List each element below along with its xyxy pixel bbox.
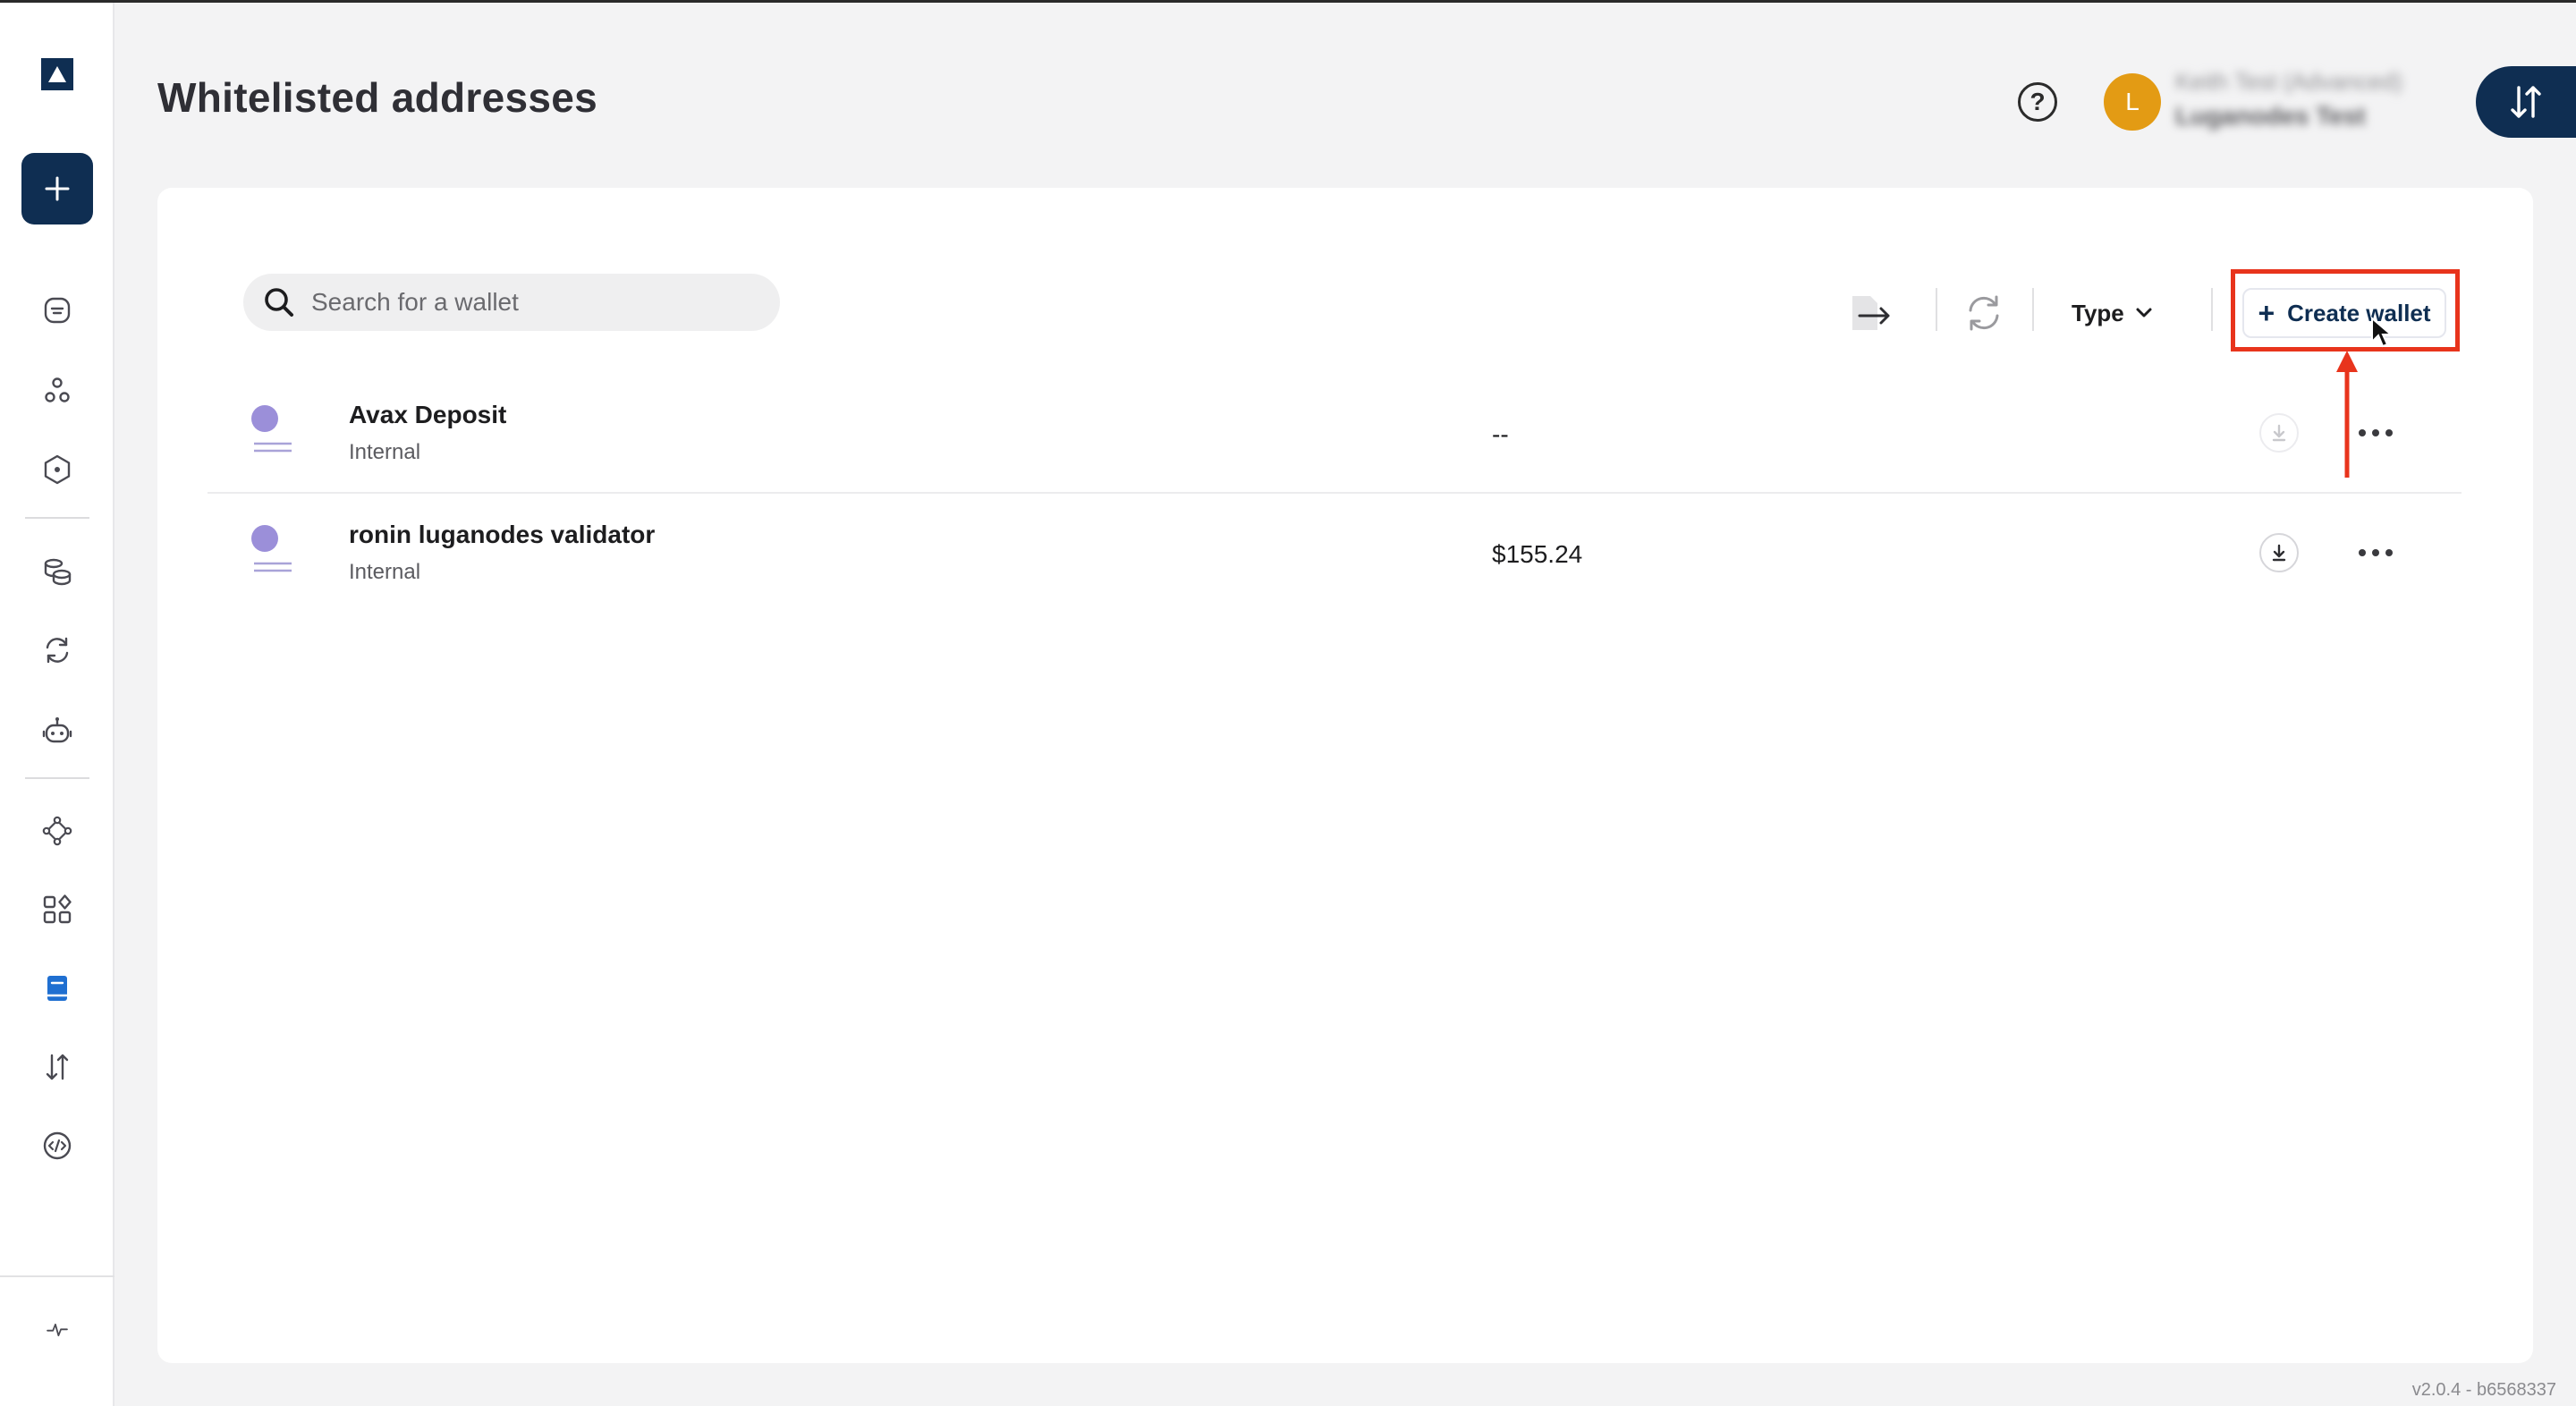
more-dot-icon [2359,429,2366,436]
nodes-icon [42,816,72,846]
sidebar-divider [25,777,89,779]
download-icon [2272,544,2286,562]
wallet-balance: -- [1492,420,1509,448]
wallet-asset-icon [251,525,292,572]
page-title: Whitelisted addresses [157,74,598,121]
user-organization[interactable]: Luganodes Test [2175,102,2366,131]
wallet-row[interactable]: ronin luganodes validator Internal $155.… [208,494,2462,614]
pulse-icon [47,1323,68,1337]
apps-grid-icon [43,894,72,924]
refresh-icon [46,637,69,664]
robot-icon [42,717,72,743]
sidebar-item-assets[interactable] [36,550,79,593]
refresh-button[interactable] [1959,288,2009,338]
version-label: v2.0.4 - b6568337 [2411,1380,2556,1400]
coins-icon [44,558,72,586]
sidebar-item-security[interactable] [36,448,79,491]
sidebar-item-status[interactable] [36,1309,79,1351]
sidebar-item-apps[interactable] [36,888,79,931]
deposit-button[interactable] [2259,533,2299,572]
dashboard-icon [44,297,71,324]
search-icon [265,288,293,317]
sidebar-item-network[interactable] [36,809,79,852]
more-options-button[interactable] [2351,413,2401,453]
user-name[interactable]: Keith Test (Advanced) [2175,68,2402,96]
sidebar-item-dashboard[interactable] [36,289,79,332]
type-filter-dropdown[interactable]: Type [2072,292,2153,335]
more-dot-icon [2372,429,2379,436]
sidebar [0,3,114,1406]
sidebar-bottom-divider [0,1275,114,1277]
export-icon [1852,296,1890,330]
new-action-button[interactable] [21,153,93,224]
more-options-button[interactable] [2351,533,2401,572]
more-dot-icon [2385,549,2393,556]
type-filter-label: Type [2072,299,2124,326]
transfer-icon [46,1054,69,1080]
triangle-logo-icon[interactable] [41,58,73,90]
wallet-type: Internal [349,560,421,584]
wallet-row[interactable]: Avax Deposit Internal -- [208,374,2462,494]
create-wallet-label: Create wallet [2287,299,2431,326]
toolbar-divider [1936,288,1937,331]
transfer-button[interactable] [2476,66,2576,138]
refresh-icon [1969,295,1999,331]
more-dot-icon [2385,429,2393,436]
wallet-asset-icon [251,405,292,453]
search-bar[interactable] [243,274,780,331]
window-top-border [0,0,2576,3]
create-wallet-button[interactable]: + Create wallet [2242,288,2446,338]
wallet-balance: $155.24 [1492,540,1583,568]
wallet-list-card: Type + Create wallet Avax Deposit Intern… [157,188,2533,1363]
code-icon [43,1131,72,1160]
help-circle-icon[interactable]: ? [2018,82,2057,122]
shield-hex-icon [44,454,71,485]
sidebar-item-transfers[interactable] [36,1046,79,1088]
book-icon [47,976,67,1001]
sidebar-item-sync[interactable] [36,629,79,672]
export-button[interactable] [1846,288,1896,338]
chevron-down-icon [2136,308,2152,318]
avatar[interactable]: L [2104,73,2161,131]
wallet-type: Internal [349,440,421,464]
wallet-name: Avax Deposit [349,401,507,428]
plus-icon: + [2258,296,2275,329]
sidebar-item-developer[interactable] [36,1124,79,1167]
users-icon [45,377,70,402]
sidebar-item-users[interactable] [36,369,79,412]
wallet-name: ronin luganodes validator [349,521,656,548]
sidebar-item-bots[interactable] [36,709,79,752]
more-dot-icon [2359,549,2366,556]
plus-icon [45,176,70,201]
toolbar-divider [2032,288,2034,331]
more-dot-icon [2372,549,2379,556]
deposit-button[interactable] [2259,413,2299,453]
transfer-arrows-icon [2511,86,2541,118]
search-input[interactable] [311,288,758,317]
download-icon [2272,424,2286,442]
sidebar-item-address-book[interactable] [36,967,79,1010]
toolbar-divider [2211,288,2213,331]
sidebar-divider [25,517,89,519]
